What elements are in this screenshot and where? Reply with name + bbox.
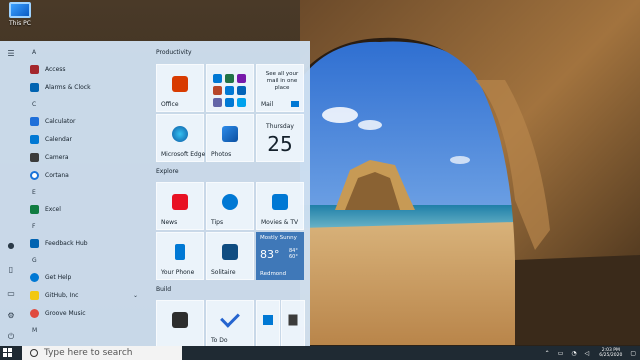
tile-office-apps[interactable]: [206, 64, 254, 112]
phone-icon: [175, 244, 185, 261]
letter-header[interactable]: G: [32, 257, 37, 264]
group-productivity[interactable]: Productivity: [156, 49, 192, 56]
start-rail: ☰ ● ▯ ▭ ⚙ ⏻: [0, 41, 22, 346]
search-icon: [30, 349, 38, 357]
tile-movies-tv[interactable]: Movies & TV: [256, 182, 304, 230]
app-groove-music[interactable]: Groove Music: [30, 307, 148, 319]
search-box[interactable]: Type here to search: [22, 346, 182, 360]
letter-header[interactable]: F: [32, 223, 35, 230]
start-button[interactable]: [3, 348, 13, 358]
app-access[interactable]: Access: [30, 63, 148, 75]
search-placeholder: Type here to search: [44, 348, 133, 358]
tile-to-do[interactable]: To Do: [206, 300, 254, 348]
settings-icon[interactable]: ⚙: [4, 309, 18, 321]
weather-hi-lo: 84° 60°: [289, 248, 298, 260]
mail-icon: [291, 101, 299, 107]
tile-area: Productivity Office See all your mail in…: [154, 41, 310, 348]
tile-calculator[interactable]: [281, 300, 305, 348]
vscode-icon: [263, 315, 273, 326]
calculator-icon: [288, 314, 298, 326]
office-icon: [172, 76, 188, 93]
app-feedback-hub[interactable]: Feedback Hub: [30, 237, 148, 249]
start-menu: ☰ ● ▯ ▭ ⚙ ⏻ A Access Alarms & Clock C Ca…: [0, 41, 310, 348]
calendar-icon: [30, 134, 39, 144]
app-cortana[interactable]: Cortana: [30, 169, 148, 181]
tile-photos[interactable]: Photos: [206, 114, 254, 162]
excel-icon: [30, 204, 39, 214]
notification-icon[interactable]: ▢: [630, 350, 636, 357]
app-camera[interactable]: Camera: [30, 151, 148, 163]
folder-icon: [30, 290, 39, 300]
app-get-help[interactable]: Get Help: [30, 271, 148, 283]
camera-icon: [30, 152, 39, 162]
power-icon[interactable]: ⏻: [4, 331, 18, 343]
letter-header[interactable]: C: [32, 101, 36, 108]
computer-icon: [9, 2, 31, 18]
tile-solitaire[interactable]: Solitaire: [206, 232, 254, 280]
chevron-down-icon: ⌄: [132, 291, 138, 299]
tile-tips[interactable]: Tips: [206, 182, 254, 230]
movies-icon: [272, 194, 288, 211]
app-calendar[interactable]: Calendar: [30, 133, 148, 145]
tile-edge[interactable]: Microsoft Edge: [156, 114, 205, 162]
clock[interactable]: 2:03 PM 6/25/2020: [599, 348, 622, 358]
volume-icon[interactable]: ◁: [585, 350, 590, 357]
system-tray: ⌃ ▭ ◔ ◁ 2:03 PM 6/25/2020 ▢: [537, 346, 636, 360]
alarm-clock-icon: [30, 82, 39, 92]
chevron-up-icon[interactable]: ⌃: [545, 350, 550, 357]
cortana-icon: [30, 170, 39, 180]
tile-vscode[interactable]: [256, 300, 280, 348]
edge-icon: [172, 126, 188, 143]
desktop-wallpaper: [300, 0, 640, 345]
group-explore[interactable]: Explore: [156, 168, 179, 175]
this-pc-shortcut[interactable]: This PC: [2, 2, 38, 27]
taskbar: Type here to search ⌃ ▭ ◔ ◁ 2:03 PM 6/25…: [0, 346, 640, 360]
calculator-icon: [30, 116, 39, 126]
checkmark-icon: [220, 308, 240, 329]
wifi-icon[interactable]: ◔: [571, 350, 576, 357]
access-icon: [30, 64, 39, 74]
this-pc-label: This PC: [9, 20, 31, 27]
help-icon: [30, 272, 39, 282]
cards-icon: [222, 244, 238, 261]
letter-header[interactable]: E: [32, 189, 36, 196]
tile-office[interactable]: Office: [156, 64, 204, 112]
app-github[interactable]: GitHub, Inc ⌄: [30, 289, 148, 301]
office-apps-icon: [213, 74, 246, 107]
group-build[interactable]: Build: [156, 286, 171, 293]
app-calculator[interactable]: Calculator: [30, 115, 148, 127]
tile-calendar[interactable]: Thursday 25: [256, 114, 304, 162]
feedback-icon: [30, 238, 39, 248]
user-avatar-icon[interactable]: ●: [4, 239, 18, 251]
tile-mail[interactable]: See all your mail in one place Mail: [256, 64, 304, 112]
hamburger-menu-icon[interactable]: ☰: [4, 47, 18, 59]
battery-icon[interactable]: ▭: [558, 350, 564, 357]
photos-icon: [222, 126, 238, 143]
tile-weather[interactable]: Mostly Sunny 83° 84° 60° Redmond: [256, 232, 304, 280]
pictures-icon[interactable]: ▭: [4, 287, 18, 299]
tile-news[interactable]: News: [156, 182, 204, 230]
groove-music-icon: [30, 308, 39, 318]
tile-terminal[interactable]: [156, 300, 204, 348]
terminal-icon: [172, 312, 188, 329]
app-list: A Access Alarms & Clock C Calculator Cal…: [24, 41, 150, 346]
tile-your-phone[interactable]: Your Phone: [156, 232, 204, 280]
letter-header[interactable]: A: [32, 49, 36, 56]
app-alarms-clock[interactable]: Alarms & Clock: [30, 81, 148, 93]
letter-header[interactable]: M: [32, 327, 37, 334]
documents-icon[interactable]: ▯: [4, 263, 18, 275]
app-excel[interactable]: Excel: [30, 203, 148, 215]
lightbulb-icon: [222, 194, 238, 211]
news-icon: [172, 194, 188, 211]
